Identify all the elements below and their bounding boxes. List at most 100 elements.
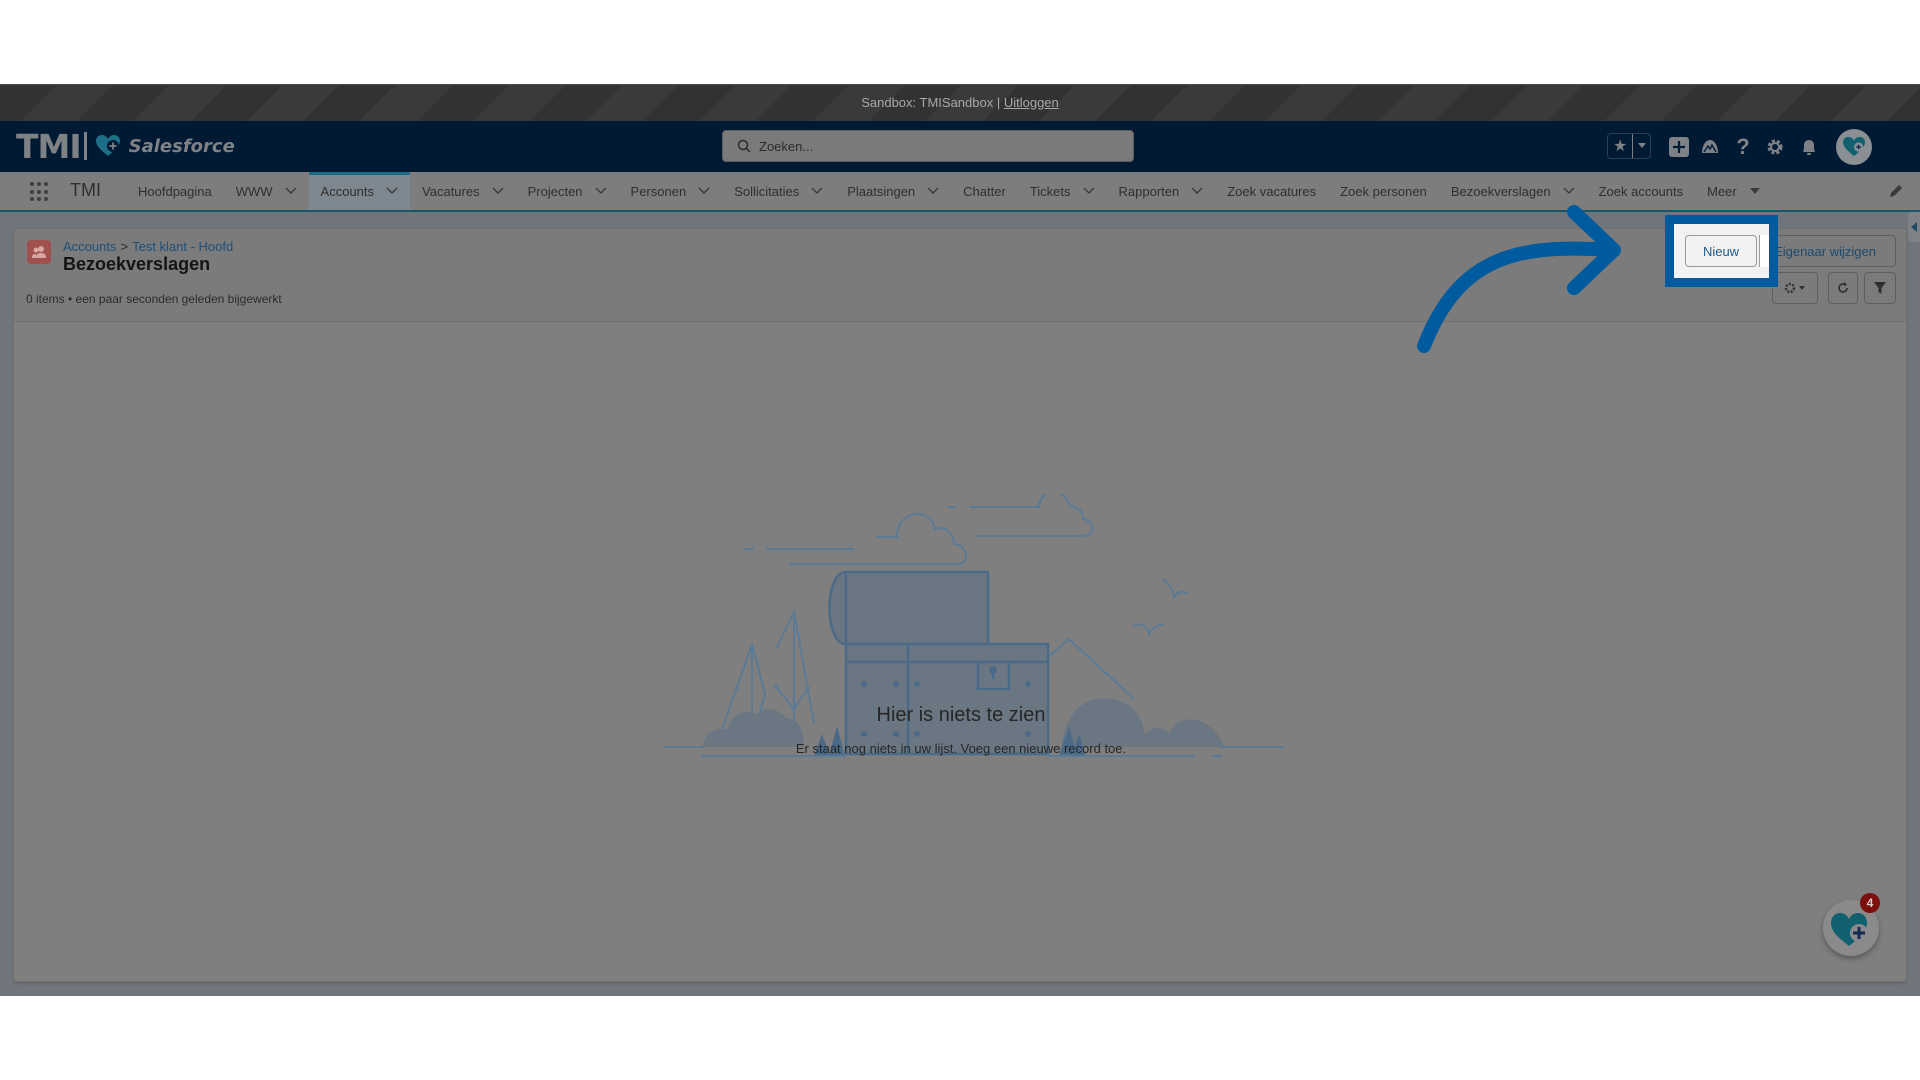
nav-tab-label: WWW bbox=[235, 183, 273, 199]
utility-panel-toggle[interactable] bbox=[1908, 212, 1920, 242]
trailhead-icon bbox=[1702, 140, 1718, 153]
nav-tab-label: Projecten bbox=[527, 183, 583, 199]
chevron-down-icon[interactable] bbox=[386, 187, 398, 195]
bell-icon bbox=[1803, 140, 1815, 155]
refresh-icon bbox=[1838, 282, 1848, 293]
star-icon[interactable]: ★ bbox=[1608, 134, 1632, 158]
salesforce-screen: Sandbox: TMISandbox | Uitloggen TMI Sale… bbox=[0, 84, 1920, 996]
global-header: TMI Salesforce Zoeken... ★ ? bbox=[0, 121, 1920, 172]
nav-tab-zoek-accounts[interactable]: Zoek accounts bbox=[1587, 172, 1696, 210]
add-icon bbox=[1669, 137, 1689, 157]
empty-state-title: Hier is niets te zien bbox=[876, 704, 1046, 726]
heart-plus-logo-icon bbox=[95, 135, 120, 156]
list-view-header: Accounts > Test klant - Hoofd Bezoekversla… bbox=[14, 229, 1906, 322]
nav-tab-label: Accounts bbox=[320, 183, 375, 199]
help-button[interactable]: ? bbox=[1731, 134, 1755, 159]
trailhead-button[interactable] bbox=[1698, 135, 1722, 159]
chevron-down-icon[interactable] bbox=[492, 187, 504, 195]
object-icon bbox=[27, 240, 51, 264]
nav-tabs: Hoofdpagina WWW Accounts Vacatures Projecten… bbox=[126, 172, 1773, 210]
nav-tab-vacatures[interactable]: Vacatures bbox=[410, 172, 516, 210]
logo-brand: Salesforce bbox=[128, 135, 235, 157]
nav-tab-zoek-vacatures[interactable]: Zoek vacatures bbox=[1215, 172, 1328, 210]
nav-tab-zoek-personen[interactable]: Zoek personen bbox=[1328, 172, 1439, 210]
setup-button[interactable] bbox=[1763, 135, 1787, 159]
page-title: Bezoekverslagen bbox=[63, 254, 211, 274]
global-search-input[interactable]: Zoeken... bbox=[722, 130, 1134, 162]
favorites-dropdown-button[interactable] bbox=[1632, 134, 1650, 158]
nav-tab-personen[interactable]: Personen bbox=[619, 172, 723, 210]
navigation-bar: TMI Hoofdpagina WWW Accounts Vacatures Proje… bbox=[0, 172, 1920, 212]
sandbox-banner: Sandbox: TMISandbox | Uitloggen bbox=[0, 84, 1920, 121]
search-icon bbox=[737, 139, 751, 153]
list-status: 0 items • een paar seconden geleden bijg… bbox=[26, 292, 282, 306]
breadcrumb-separator: > bbox=[120, 239, 129, 254]
app-name: TMI bbox=[70, 180, 101, 200]
new-button[interactable]: Nieuw bbox=[1685, 235, 1757, 267]
logout-link[interactable]: Uitloggen bbox=[1004, 95, 1059, 110]
logo-divider bbox=[83, 132, 87, 160]
nav-tab-chatter[interactable]: Chatter bbox=[951, 172, 1018, 210]
chevron-down-icon[interactable] bbox=[1191, 187, 1203, 195]
pencil-icon[interactable] bbox=[1888, 183, 1904, 199]
favorites-button-group: ★ bbox=[1607, 133, 1651, 159]
list-settings-button[interactable] bbox=[1772, 272, 1818, 304]
chevron-left-icon bbox=[1911, 222, 1917, 232]
header-utilities: ★ ? bbox=[1600, 121, 1920, 172]
heart-plus-icon bbox=[1843, 136, 1865, 157]
nav-tab-label: Zoek accounts bbox=[1598, 183, 1684, 199]
nav-tab-label: Chatter bbox=[963, 183, 1006, 199]
filter-icon bbox=[1874, 282, 1886, 294]
nav-tab-label: Plaatsingen bbox=[847, 183, 916, 199]
nav-tab-hoofdpagina[interactable]: Hoofdpagina bbox=[126, 172, 224, 210]
chevron-down-icon[interactable] bbox=[285, 187, 297, 195]
gear-icon bbox=[1767, 139, 1783, 155]
button-group-divider bbox=[1759, 235, 1769, 267]
nav-tab-projecten[interactable]: Projecten bbox=[516, 172, 619, 210]
notifications-button[interactable] bbox=[1797, 135, 1821, 159]
empty-state-subtitle: Er staat nog niets in uw lijst. Voeg een… bbox=[795, 741, 1127, 756]
gear-icon bbox=[1784, 282, 1805, 294]
nav-tab-label: Hoofdpagina bbox=[138, 183, 212, 199]
contacts-icon bbox=[32, 246, 46, 258]
list-view-card: Accounts > Test klant - Hoofd Bezoekversla… bbox=[13, 228, 1907, 982]
breadcrumb-accounts-link[interactable]: Accounts bbox=[63, 239, 116, 254]
logo[interactable]: TMI Salesforce bbox=[16, 126, 235, 166]
breadcrumb: Accounts > Test klant - Hoofd bbox=[63, 239, 233, 254]
nav-tab-accounts[interactable]: Accounts bbox=[308, 172, 411, 210]
caret-down-icon[interactable] bbox=[1749, 187, 1761, 195]
nav-tab-label: Vacatures bbox=[422, 183, 480, 199]
app-launcher-icon[interactable] bbox=[30, 182, 50, 202]
chevron-down-icon[interactable] bbox=[595, 187, 607, 195]
chevron-down-icon[interactable] bbox=[698, 187, 710, 195]
empty-state-illustration bbox=[664, 494, 1284, 757]
nav-tab-www[interactable]: WWW bbox=[224, 172, 309, 210]
notification-count-badge: 4 bbox=[1860, 893, 1880, 913]
help-icon: ? bbox=[1736, 134, 1750, 159]
nav-tab-label: Zoek vacatures bbox=[1227, 183, 1317, 199]
nav-tab-label: Tickets bbox=[1029, 183, 1071, 199]
filter-button[interactable] bbox=[1864, 272, 1896, 304]
change-owner-label: Eigenaar wijzigen bbox=[1774, 243, 1876, 259]
global-actions-button[interactable] bbox=[1667, 135, 1691, 159]
nav-tab-tickets[interactable]: Tickets bbox=[1018, 172, 1107, 210]
nav-tab-sollicitaties[interactable]: Sollicitaties bbox=[722, 172, 835, 210]
logo-text: TMI bbox=[16, 126, 82, 166]
nav-tab-label: Zoek personen bbox=[1340, 183, 1427, 199]
nav-tab-rapporten[interactable]: Rapporten bbox=[1107, 172, 1216, 210]
avatar[interactable] bbox=[1836, 129, 1872, 165]
chevron-down-icon[interactable] bbox=[1083, 187, 1095, 195]
breadcrumb-parent-link[interactable]: Test klant - Hoofd bbox=[132, 239, 233, 254]
refresh-button[interactable] bbox=[1828, 272, 1858, 304]
nav-tab-label: Sollicitaties bbox=[734, 183, 800, 199]
chevron-down-icon[interactable] bbox=[1563, 187, 1575, 195]
chevron-down-icon[interactable] bbox=[811, 187, 823, 195]
search-placeholder: Zoeken... bbox=[759, 138, 814, 154]
nav-tab-plaatsingen[interactable]: Plaatsingen bbox=[835, 172, 951, 210]
nav-tab-meer[interactable]: Meer bbox=[1695, 172, 1773, 210]
chevron-down-icon[interactable] bbox=[927, 187, 939, 195]
chevron-down-icon bbox=[1637, 143, 1646, 148]
nav-tab-label: Meer bbox=[1707, 183, 1737, 199]
nav-tab-bezoekverslagen[interactable]: Bezoekverslagen bbox=[1439, 172, 1587, 210]
new-button-label: Nieuw bbox=[1702, 243, 1740, 259]
